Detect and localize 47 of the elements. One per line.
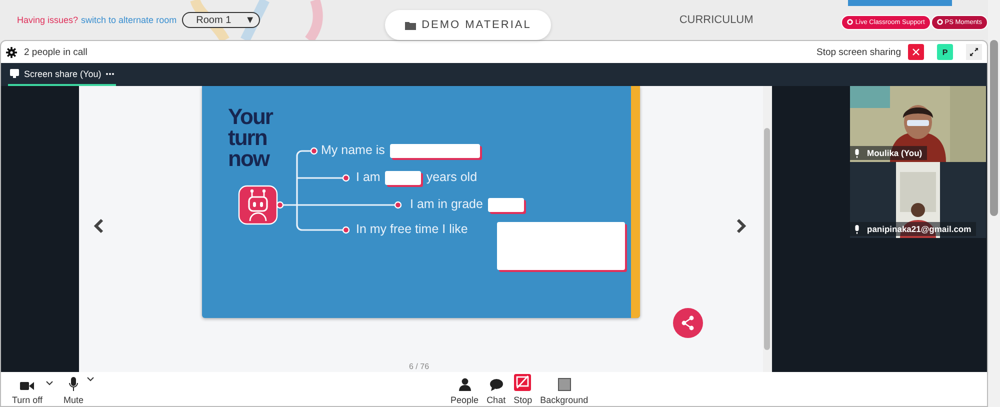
people-count: 2 people in call — [24, 46, 88, 58]
prompt-text: I am in grade — [410, 197, 483, 211]
expand-icon — [970, 48, 978, 56]
background-icon — [558, 378, 571, 391]
camera-button[interactable]: Turn off — [9, 381, 46, 405]
background-button[interactable]: Background — [537, 378, 592, 405]
next-icon[interactable] — [735, 218, 747, 234]
microphone-icon — [69, 377, 78, 391]
expand-button[interactable] — [966, 44, 982, 60]
people-button[interactable]: People — [448, 378, 482, 405]
robot-icon — [238, 185, 280, 225]
chat-button[interactable]: Chat — [484, 379, 509, 405]
nav-tab[interactable]: DEMO MATERIAL — [384, 10, 552, 40]
slide-title: Your turn now — [228, 106, 274, 169]
person-icon — [458, 378, 471, 391]
fill-in-box — [488, 198, 524, 212]
page-indicator: 6 / 76 — [409, 362, 430, 371]
folder-icon — [404, 20, 416, 30]
mic-button[interactable]: Mute — [60, 377, 87, 405]
room-dropdown[interactable]: Room 1 ▼ — [182, 12, 260, 28]
issue-text: Having issues? — [17, 15, 78, 25]
stop-button[interactable]: Stop — [510, 374, 536, 405]
video-camera-icon — [20, 381, 34, 391]
prompt-text: My name is — [321, 143, 385, 157]
circle-icon — [847, 19, 854, 25]
avatar[interactable]: P — [937, 44, 953, 60]
microphone-icon — [854, 148, 860, 158]
caret-icon[interactable] — [46, 381, 53, 386]
microphone-icon — [854, 224, 860, 234]
fill-in-box — [385, 171, 422, 185]
stop-sharing-icon — [514, 374, 532, 391]
share-button[interactable] — [673, 308, 703, 338]
close-icon — [912, 48, 920, 56]
stop-sharing-button[interactable] — [908, 44, 924, 60]
nav-tab[interactable]: CURRICULUM — [679, 14, 754, 26]
caret-icon[interactable] — [86, 377, 94, 382]
prompt-text: I am — [356, 170, 380, 184]
participant-name: panipinaka21@gmail.com — [867, 224, 972, 234]
previous-icon[interactable] — [93, 218, 105, 234]
screen-icon — [10, 69, 19, 78]
prompt-text: years old — [426, 170, 478, 184]
circle-icon — [936, 19, 943, 25]
stop-sharing-label: Stop screen sharing — [816, 46, 901, 58]
settings-icon[interactable] — [6, 46, 17, 58]
chat-bubble-icon — [490, 379, 503, 391]
participant-name: Moulika (You) — [867, 148, 922, 158]
prompt-text: In my free time I like — [356, 222, 468, 236]
